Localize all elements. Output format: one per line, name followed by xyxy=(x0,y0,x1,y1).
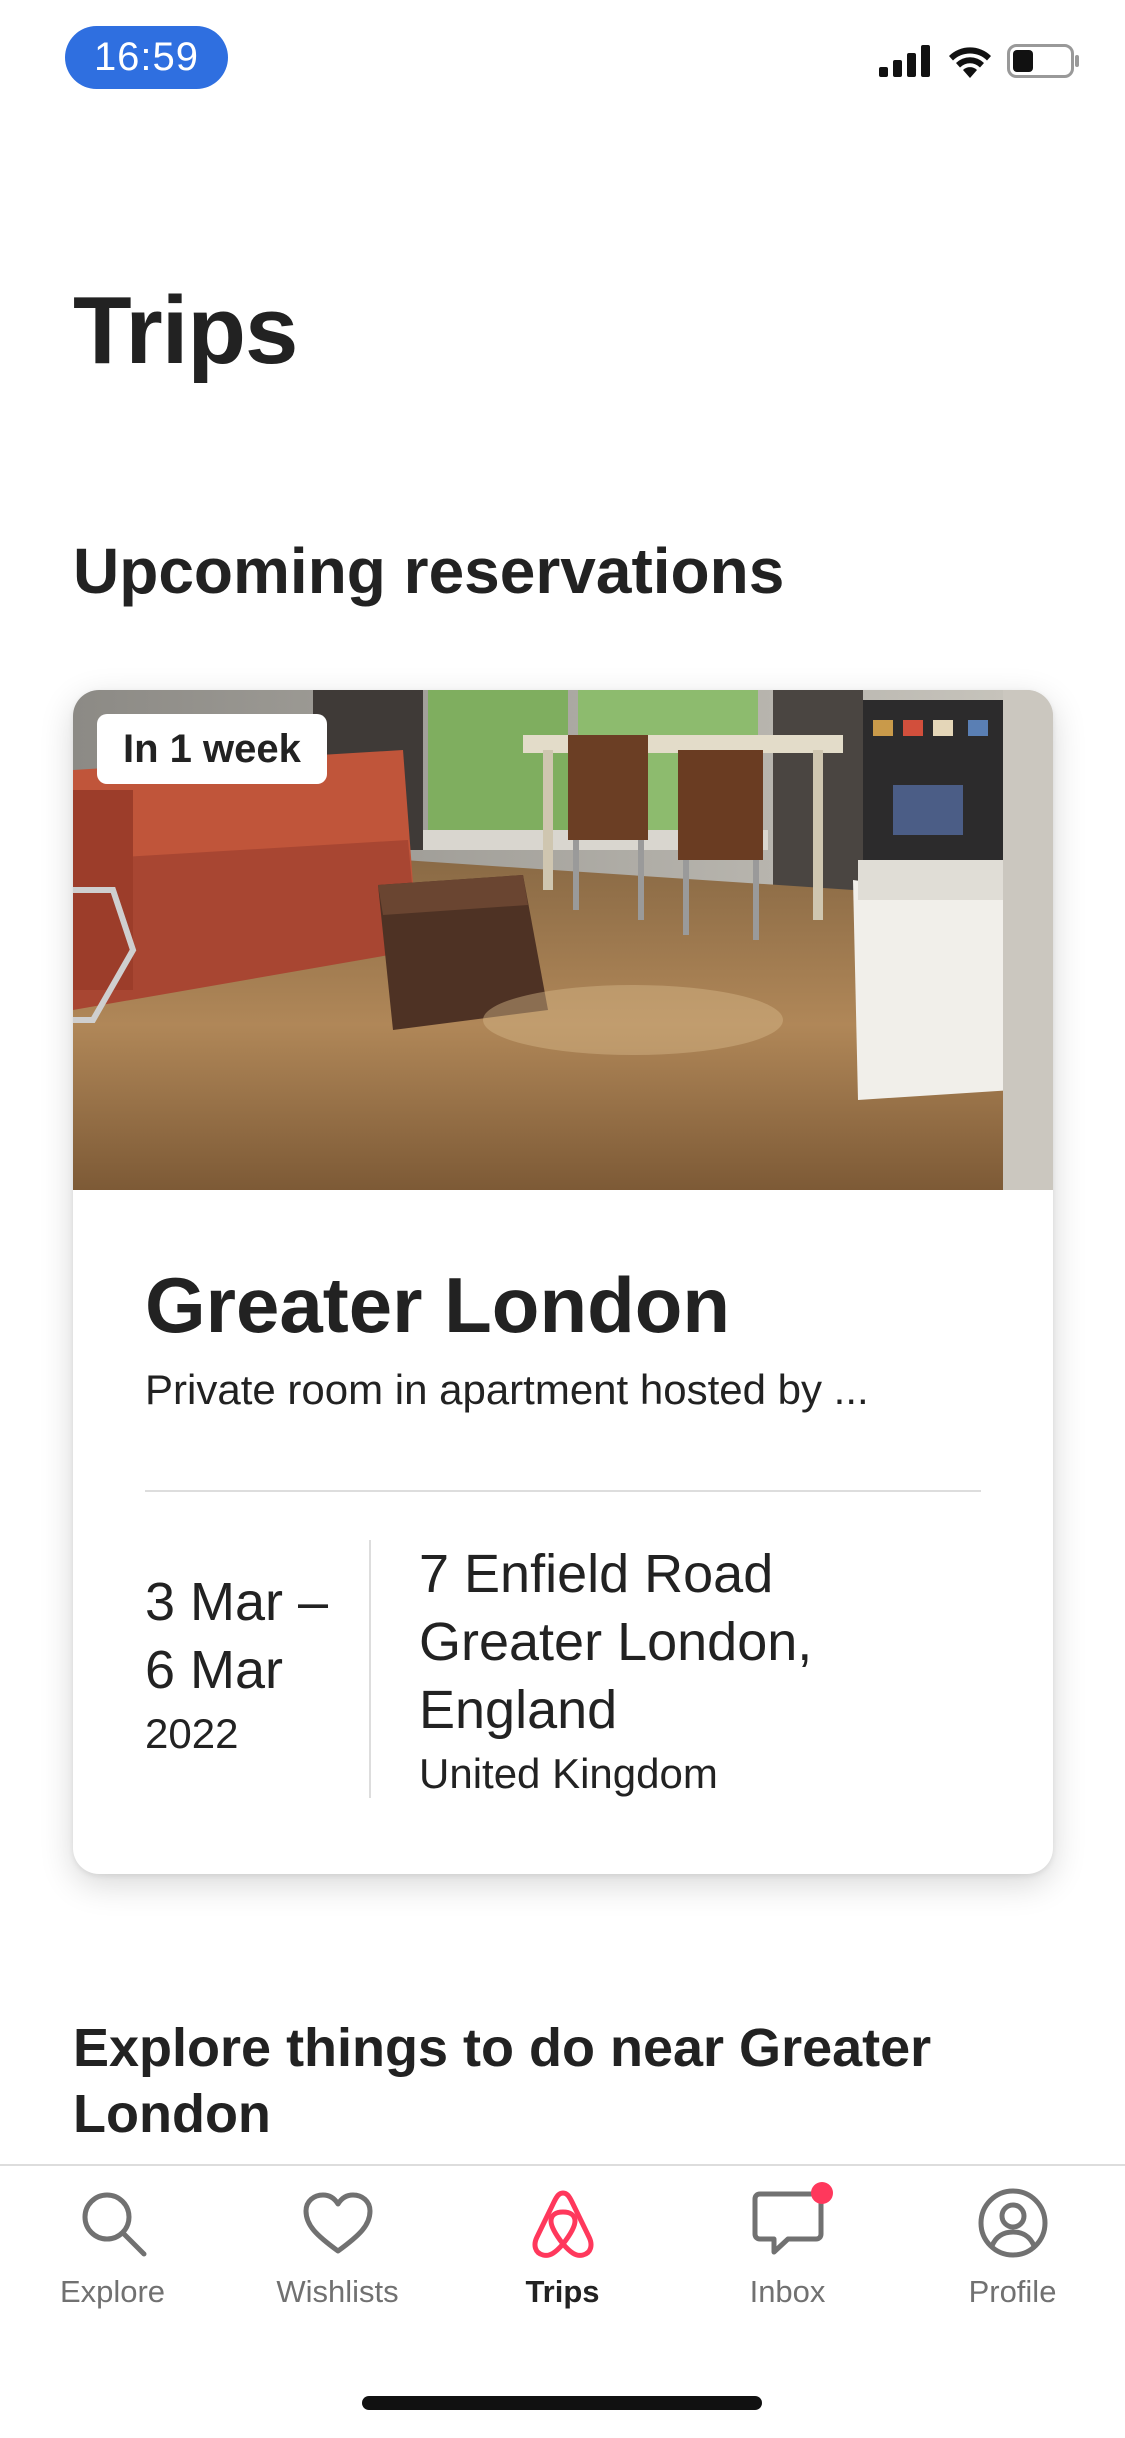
details-divider xyxy=(369,1540,371,1798)
status-time: 16:59 xyxy=(65,26,228,89)
heart-icon xyxy=(301,2186,375,2260)
reservation-card[interactable]: In 1 week Greater London Private room in… xyxy=(73,690,1053,1874)
tab-explore-label: Explore xyxy=(59,2274,166,2309)
address-country: United Kingdom xyxy=(419,1750,718,1797)
user-circle-icon xyxy=(976,2186,1050,2260)
reservation-address: 7 Enfield Road Greater London, England U… xyxy=(419,1540,979,1804)
search-icon xyxy=(76,2186,150,2260)
tab-inbox-label: Inbox xyxy=(749,2274,826,2309)
reservation-details: 3 Mar – 6 Mar 2022 7 Enfield Road Greate… xyxy=(145,1540,981,1800)
battery-icon xyxy=(1007,44,1079,78)
status-icons xyxy=(879,44,1081,78)
date-end: 6 Mar xyxy=(145,1640,284,1700)
card-divider xyxy=(145,1490,981,1492)
tab-profile-label: Profile xyxy=(968,2274,1057,2309)
date-year: 2022 xyxy=(145,1710,239,1757)
tab-explore[interactable]: Explore xyxy=(0,2186,225,2326)
tab-wishlists[interactable]: Wishlists xyxy=(225,2186,450,2326)
tab-trips-label: Trips xyxy=(525,2274,600,2309)
home-indicator xyxy=(362,2396,762,2410)
explore-title: Explore things to do near Greater London xyxy=(73,2018,932,2144)
listing-photo: In 1 week xyxy=(73,690,1053,1190)
address-line-1: 7 Enfield Road xyxy=(419,1544,774,1604)
page-title: Trips xyxy=(73,277,298,384)
listing-subtitle: Private room in apartment hosted by ... xyxy=(145,1366,869,1413)
section-title-upcoming: Upcoming reservations xyxy=(73,535,785,607)
address-line-2: Greater London, xyxy=(419,1612,813,1672)
airbnb-logo-icon xyxy=(526,2186,600,2260)
message-icon xyxy=(751,2182,833,2260)
tab-profile[interactable]: Profile xyxy=(900,2186,1125,2326)
tab-trips[interactable]: Trips xyxy=(450,2186,675,2326)
date-start: 3 Mar – xyxy=(145,1572,329,1632)
tab-wishlists-label: Wishlists xyxy=(276,2274,399,2309)
wifi-icon xyxy=(949,47,991,78)
inbox-notification-dot xyxy=(810,2182,833,2204)
tab-inbox[interactable]: Inbox xyxy=(675,2182,900,2326)
reservation-dates: 3 Mar – 6 Mar 2022 xyxy=(145,1568,345,1764)
trip-timing-badge: In 1 week xyxy=(97,714,327,784)
listing-title: Greater London xyxy=(145,1261,731,1349)
address-line-3: England xyxy=(419,1680,618,1740)
cellular-signal-icon xyxy=(879,45,930,77)
